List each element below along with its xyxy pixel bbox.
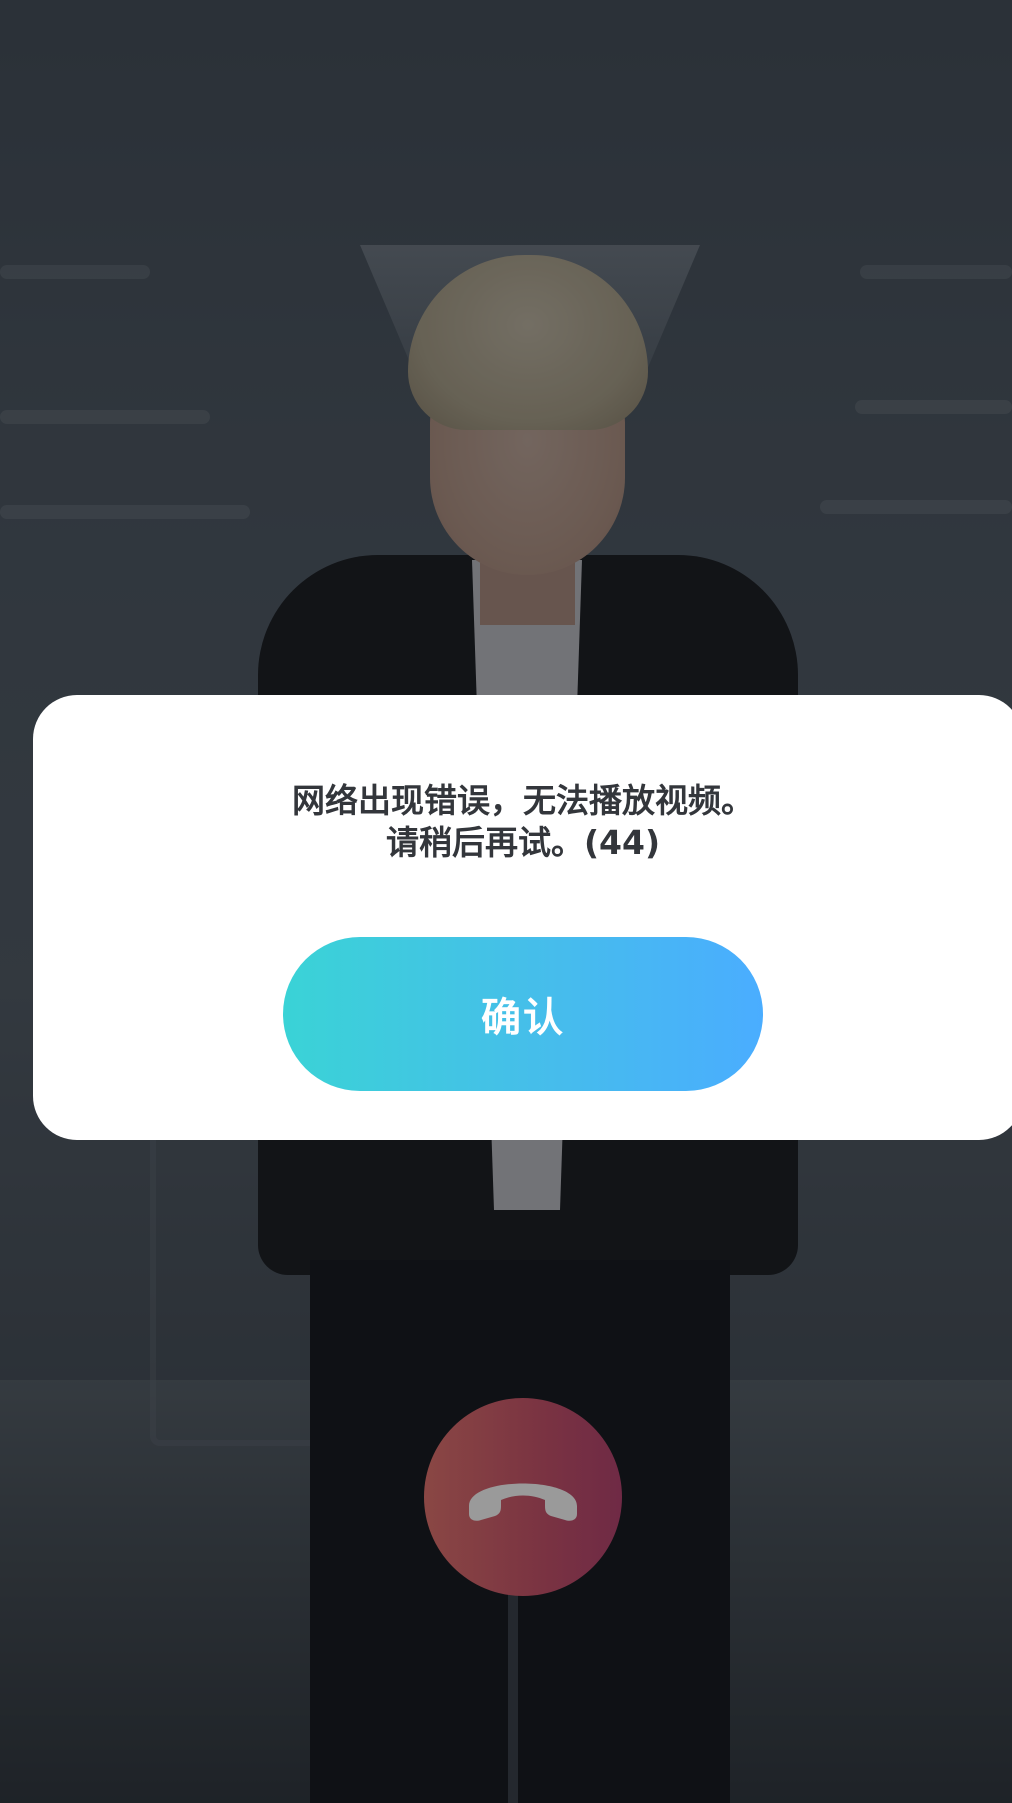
confirm-button[interactable]: 确认: [283, 937, 763, 1091]
phone-hangup-icon: [469, 1483, 577, 1521]
error-message-line1: 网络出现错误，无法播放视频。: [292, 781, 754, 820]
error-dialog: 网络出现错误，无法播放视频。 请稍后再试。(44) 确认: [33, 695, 1012, 1140]
error-message: 网络出现错误，无法播放视频。 请稍后再试。(44): [33, 780, 1012, 864]
hangup-button[interactable]: [424, 1398, 622, 1596]
video-call-screen: 网络出现错误，无法播放视频。 请稍后再试。(44) 确认: [0, 0, 1012, 1803]
error-message-line2: 请稍后再试。(44): [385, 823, 661, 862]
